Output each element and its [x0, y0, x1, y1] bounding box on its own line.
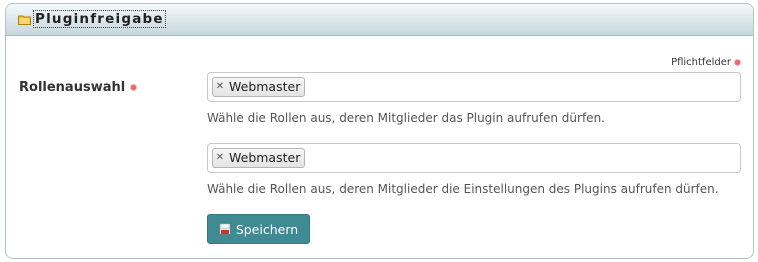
role-label-text: Rollenauswahl	[19, 80, 126, 95]
required-fields-note: Pflichtfelder	[671, 57, 740, 68]
plugin-settings-role-select[interactable]: ✕ Webmaster	[207, 143, 741, 173]
panel-title: Pluginfreigabe	[33, 10, 166, 28]
required-indicator-icon	[735, 59, 740, 65]
save-button[interactable]: Speichern	[207, 214, 310, 244]
role-tag-label: Webmaster	[229, 79, 301, 94]
required-note-label: Pflichtfelder	[671, 57, 731, 68]
role-tag-label: Webmaster	[229, 150, 301, 165]
plugin-access-help-text: Wähle die Rollen aus, deren Mitglieder d…	[207, 111, 605, 125]
plugin-settings-help-text: Wähle die Rollen aus, deren Mitglieder d…	[207, 182, 719, 196]
folder-icon	[18, 15, 31, 25]
panel-header: Pluginfreigabe	[6, 4, 753, 36]
role-selection-label: Rollenauswahl	[19, 80, 137, 95]
save-button-label: Speichern	[235, 221, 299, 237]
plugin-access-role-select[interactable]: ✕ Webmaster	[207, 72, 741, 102]
plugin-access-panel: Pluginfreigabe Pflichtfelder Rollenauswa…	[5, 3, 754, 259]
remove-tag-icon[interactable]: ✕	[215, 78, 225, 96]
role-tag: ✕ Webmaster	[212, 148, 306, 168]
role-tag: ✕ Webmaster	[212, 77, 306, 97]
save-icon	[218, 223, 231, 235]
remove-tag-icon[interactable]: ✕	[215, 149, 225, 167]
required-indicator-icon	[131, 85, 137, 90]
